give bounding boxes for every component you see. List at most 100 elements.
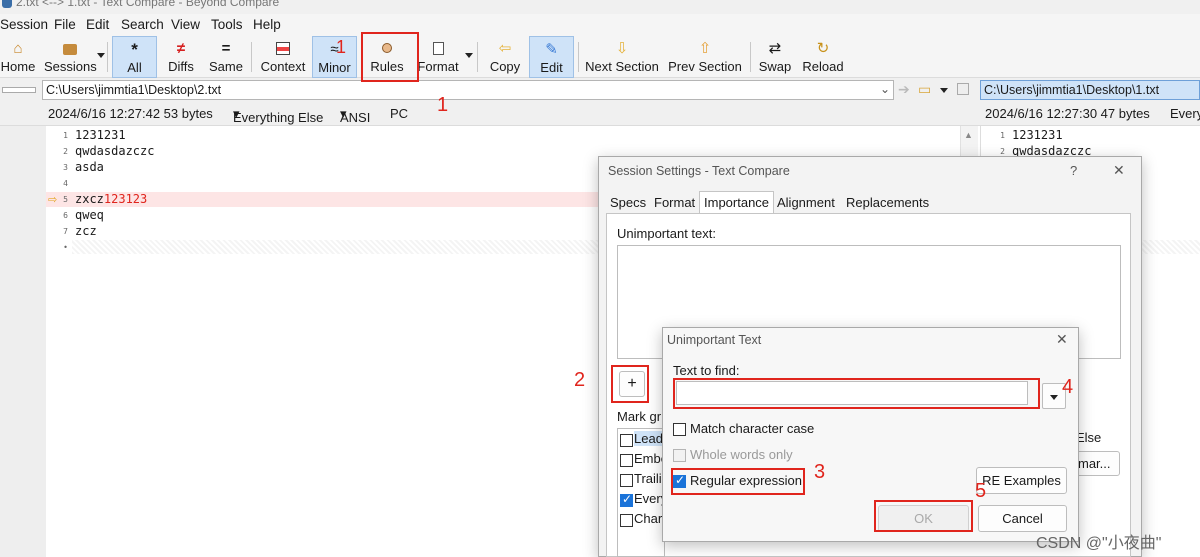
diffs-button[interactable]: ≠ Diffs [161, 36, 201, 78]
code-line-diff[interactable]: zxcz123123 [75, 192, 147, 206]
left-filter-select[interactable]: Everything Else ▾ [233, 106, 323, 125]
sessions-dropdown-icon[interactable] [97, 53, 105, 58]
menu-session[interactable]: Session [0, 17, 48, 32]
path-dropdown-icon[interactable]: ⌄ [880, 82, 890, 96]
line-number: 1 [1000, 131, 1005, 140]
line-number: 5 [63, 195, 68, 204]
line-number: 3 [63, 163, 68, 172]
left-encoding-select[interactable]: ANSI ▾ [340, 106, 370, 125]
close-icon[interactable]: ✕ [1056, 331, 1068, 348]
code-line[interactable]: qwdasdazczc [75, 144, 154, 158]
arrow-left-icon: ⇦ [498, 40, 512, 57]
match-case-checkbox[interactable] [673, 423, 686, 436]
menu-help[interactable]: Help [253, 17, 281, 32]
save-icon[interactable] [957, 83, 969, 95]
menu-tools[interactable]: Tools [211, 17, 243, 32]
swap-icon: ⇄ [768, 40, 782, 57]
grammar-checkbox-checked[interactable] [620, 492, 633, 507]
folder-dropdown-icon[interactable] [940, 88, 948, 93]
toolbar: ⌂ Home Sessions * All ≠ Diffs = Same Con… [0, 36, 1200, 78]
right-path-input[interactable]: C:\Users\jimmtia1\Desktop\1.txt [980, 80, 1200, 100]
menu-edit[interactable]: Edit [86, 17, 109, 32]
swap-button[interactable]: ⇄ Swap [756, 36, 794, 78]
tab-specs[interactable]: Specs [610, 194, 646, 214]
code-line[interactable]: asda [75, 160, 104, 174]
scroll-up-icon[interactable]: ▲ [964, 130, 973, 140]
home-icon: ⌂ [13, 40, 23, 57]
format-dropdown-icon[interactable] [465, 53, 473, 58]
pane-splitter-icon[interactable] [2, 87, 36, 93]
whole-words-checkbox [673, 449, 686, 462]
grammar-checkbox[interactable] [620, 454, 633, 467]
format-button[interactable]: Format [417, 36, 459, 78]
add-button[interactable]: + [619, 371, 645, 397]
prev-section-button[interactable]: ⇧ Prev Section [667, 36, 743, 78]
referee-icon [377, 40, 397, 58]
grammar-button[interactable]: mar... [1072, 451, 1120, 476]
ok-button[interactable]: OK [878, 505, 969, 532]
whole-words-label: Whole words only [690, 447, 793, 462]
annotation-number: 1 [437, 94, 449, 116]
rules-button[interactable]: Rules [363, 36, 411, 78]
sessions-button[interactable]: Sessions [44, 36, 97, 78]
chevron-down-icon [1050, 395, 1058, 400]
briefcase-icon [60, 40, 80, 58]
folder-icon[interactable]: ▭ [918, 81, 931, 98]
annotation-number: 2 [574, 369, 586, 391]
reload-button[interactable]: ↻ Reload [801, 36, 845, 78]
unimportant-text-label: Unimportant text: [617, 226, 716, 241]
edit-button[interactable]: ✎ Edit [529, 36, 574, 78]
line-number: • [63, 243, 68, 252]
menu-bar: Session File Edit Search View Tools Help [0, 14, 1200, 36]
left-path-input[interactable]: C:\Users\jimmtia1\Desktop\2.txt [42, 80, 894, 100]
help-icon[interactable]: ? [1070, 163, 1077, 178]
session-dialog-title: Session Settings - Text Compare [608, 164, 790, 178]
watermark-text: CSDN @"小夜曲" [1036, 535, 1162, 552]
end-of-file-hatch [1140, 240, 1200, 254]
copy-button[interactable]: ⇦ Copy [485, 36, 525, 78]
next-section-button[interactable]: ⇩ Next Section [583, 36, 661, 78]
mark-grammar-label: Mark gr [617, 409, 662, 424]
grammar-checkbox[interactable] [620, 514, 633, 527]
menu-view[interactable]: View [171, 17, 200, 32]
left-line-end: PC [390, 106, 409, 121]
all-button[interactable]: * All [112, 36, 157, 78]
title-bar: 2.txt <--> 1.txt - Text Compare - Beyond… [0, 0, 1200, 14]
forward-icon[interactable]: ➔ [898, 81, 910, 98]
annotation-number: 3 [814, 461, 826, 483]
menu-file[interactable]: File [54, 17, 76, 32]
code-line[interactable]: qweq [75, 208, 104, 222]
tab-format[interactable]: Format [654, 194, 695, 214]
grammar-checkbox[interactable] [620, 474, 633, 487]
close-icon[interactable]: ✕ [1113, 162, 1125, 179]
line-number: 4 [63, 179, 68, 188]
cancel-button[interactable]: Cancel [978, 505, 1067, 532]
text-to-find-input[interactable] [676, 381, 1028, 405]
toolbar-separator [750, 42, 751, 72]
grammar-checkbox[interactable] [620, 434, 633, 447]
grammar-item[interactable]: Lead [634, 431, 663, 446]
menu-search[interactable]: Search [121, 17, 164, 32]
tab-replacements[interactable]: Replacements [846, 194, 929, 214]
code-line[interactable]: zcz [75, 224, 97, 238]
same-button[interactable]: = Same [206, 36, 246, 78]
left-file-info: 2024/6/16 12:27:42 53 bytes [48, 106, 213, 121]
annotation-number: 1 [336, 37, 347, 57]
tab-importance[interactable]: Importance [699, 191, 775, 214]
toolbar-separator [251, 42, 252, 72]
arrow-down-icon: ⇩ [615, 40, 629, 57]
toolbar-separator [477, 42, 478, 72]
right-filter-select[interactable]: Every [1170, 106, 1200, 121]
home-button[interactable]: ⌂ Home [0, 36, 36, 78]
left-gutter [0, 126, 46, 557]
context-button[interactable]: Context [258, 36, 308, 78]
reload-icon: ↻ [816, 40, 830, 57]
grammar-item[interactable]: Traili [634, 471, 662, 486]
tab-alignment[interactable]: Alignment [777, 194, 835, 214]
match-case-label: Match character case [690, 421, 815, 436]
code-line[interactable]: 1231231 [75, 128, 126, 142]
regex-checkbox-checked[interactable] [673, 473, 686, 488]
code-line[interactable]: 1231231 [1012, 128, 1063, 142]
minor-button[interactable]: ≈ Minor [312, 36, 357, 78]
re-examples-button[interactable]: RE Examples [976, 467, 1067, 494]
